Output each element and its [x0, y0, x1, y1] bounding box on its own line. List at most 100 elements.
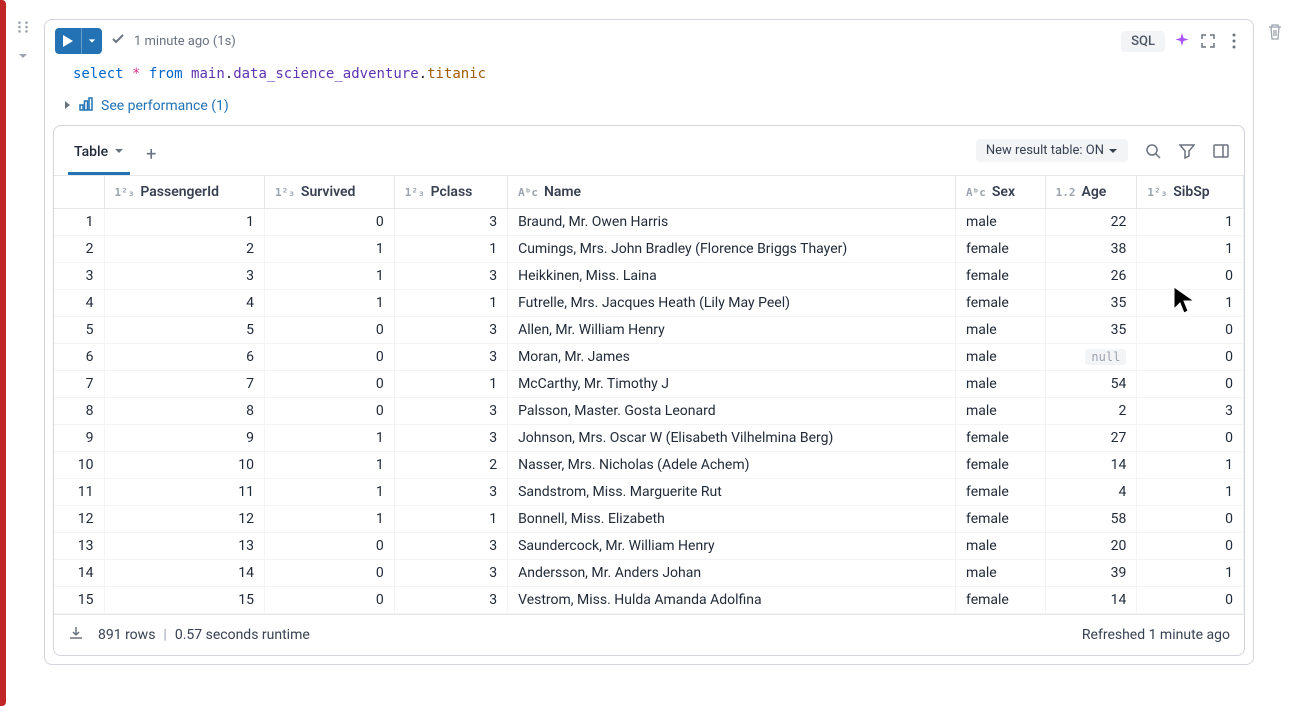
cell-sibsp[interactable]: 1 — [1137, 290, 1244, 317]
cell-sex[interactable]: female — [956, 425, 1046, 452]
cell-pclass[interactable]: 3 — [394, 425, 507, 452]
cell-age[interactable]: 14 — [1045, 452, 1137, 479]
cell-age[interactable]: 27 — [1045, 425, 1137, 452]
cell-passengerid[interactable]: 3 — [104, 263, 265, 290]
cell-name[interactable]: Palsson, Master. Gosta Leonard — [508, 398, 956, 425]
cell-sibsp[interactable]: 3 — [1137, 398, 1244, 425]
cell-sex[interactable]: female — [956, 290, 1046, 317]
cell-age[interactable]: 35 — [1045, 290, 1137, 317]
cell-sibsp[interactable]: 0 — [1137, 587, 1244, 614]
column-header-name[interactable]: AᵇcName — [508, 176, 956, 209]
table-row[interactable]: 121211Bonnell, Miss. Elizabethfemale580 — [54, 506, 1244, 533]
cell-age[interactable]: 22 — [1045, 209, 1137, 236]
panel-icon[interactable] — [1212, 142, 1230, 160]
table-row[interactable]: 141403Andersson, Mr. Anders Johanmale391 — [54, 560, 1244, 587]
cell-survived[interactable]: 1 — [265, 479, 395, 506]
table-row[interactable]: 2211Cumings, Mrs. John Bradley (Florence… — [54, 236, 1244, 263]
cell-survived[interactable]: 0 — [265, 317, 395, 344]
cell-sibsp[interactable]: 0 — [1137, 263, 1244, 290]
table-row[interactable]: 131303Saundercock, Mr. William Henrymale… — [54, 533, 1244, 560]
delete-cell-icon[interactable] — [1267, 23, 1283, 45]
cell-name[interactable]: McCarthy, Mr. Timothy J — [508, 371, 956, 398]
cell-pclass[interactable]: 3 — [394, 398, 507, 425]
cell-age[interactable]: 2 — [1045, 398, 1137, 425]
table-row[interactable]: 9913Johnson, Mrs. Oscar W (Elisabeth Vil… — [54, 425, 1244, 452]
add-tab-button[interactable]: + — [142, 144, 160, 165]
cell-sex[interactable]: female — [956, 236, 1046, 263]
cell-passengerid[interactable]: 2 — [104, 236, 265, 263]
cell-sex[interactable]: female — [956, 452, 1046, 479]
cell-name[interactable]: Moran, Mr. James — [508, 344, 956, 371]
cell-sex[interactable]: male — [956, 317, 1046, 344]
cell-age[interactable]: 14 — [1045, 587, 1137, 614]
cell-pclass[interactable]: 1 — [394, 290, 507, 317]
chevron-down-icon[interactable] — [114, 147, 124, 158]
run-dropdown-icon[interactable] — [81, 28, 102, 54]
cell-passengerid[interactable]: 15 — [104, 587, 265, 614]
search-icon[interactable] — [1144, 142, 1162, 160]
column-header-passengerid[interactable]: 1²₃PassengerId — [104, 176, 265, 209]
cell-passengerid[interactable]: 4 — [104, 290, 265, 317]
cell-name[interactable]: Johnson, Mrs. Oscar W (Elisabeth Vilhelm… — [508, 425, 956, 452]
cell-pclass[interactable]: 3 — [394, 479, 507, 506]
cell-passengerid[interactable]: 12 — [104, 506, 265, 533]
cell-name[interactable]: Sandstrom, Miss. Marguerite Rut — [508, 479, 956, 506]
cell-sibsp[interactable]: 1 — [1137, 236, 1244, 263]
cell-sex[interactable]: male — [956, 209, 1046, 236]
cell-sex[interactable]: female — [956, 479, 1046, 506]
cell-passengerid[interactable]: 6 — [104, 344, 265, 371]
cell-age[interactable]: 20 — [1045, 533, 1137, 560]
cell-passengerid[interactable]: 11 — [104, 479, 265, 506]
cell-sibsp[interactable]: 0 — [1137, 506, 1244, 533]
cell-passengerid[interactable]: 5 — [104, 317, 265, 344]
cell-age[interactable]: 54 — [1045, 371, 1137, 398]
table-row[interactable]: 3313Heikkinen, Miss. Lainafemale260 — [54, 263, 1244, 290]
cell-sibsp[interactable]: 0 — [1137, 344, 1244, 371]
table-row[interactable]: 111113Sandstrom, Miss. Marguerite Rutfem… — [54, 479, 1244, 506]
filter-icon[interactable] — [1178, 142, 1196, 160]
cell-pclass[interactable]: 1 — [394, 236, 507, 263]
cell-pclass[interactable]: 3 — [394, 533, 507, 560]
assistant-sparkle-icon[interactable] — [1173, 32, 1191, 50]
cell-sibsp[interactable]: 1 — [1137, 452, 1244, 479]
cell-name[interactable]: Futrelle, Mrs. Jacques Heath (Lily May P… — [508, 290, 956, 317]
cell-passengerid[interactable]: 7 — [104, 371, 265, 398]
table-row[interactable]: 101012Nasser, Mrs. Nicholas (Adele Achem… — [54, 452, 1244, 479]
table-row[interactable]: 151503Vestrom, Miss. Hulda Amanda Adolfi… — [54, 587, 1244, 614]
result-table-toggle[interactable]: New result table: ON — [976, 139, 1128, 162]
cell-sibsp[interactable]: 1 — [1137, 209, 1244, 236]
cell-sex[interactable]: female — [956, 587, 1046, 614]
collapse-toggle-icon[interactable] — [18, 50, 28, 64]
cell-pclass[interactable]: 3 — [394, 560, 507, 587]
chevron-right-icon[interactable] — [63, 99, 71, 113]
cell-survived[interactable]: 1 — [265, 290, 395, 317]
table-row[interactable]: 7701McCarthy, Mr. Timothy Jmale540 — [54, 371, 1244, 398]
cell-passengerid[interactable]: 13 — [104, 533, 265, 560]
cell-name[interactable]: Saundercock, Mr. William Henry — [508, 533, 956, 560]
cell-name[interactable]: Andersson, Mr. Anders Johan — [508, 560, 956, 587]
cell-sex[interactable]: male — [956, 344, 1046, 371]
tab-table[interactable]: Table — [68, 134, 130, 175]
cell-name[interactable]: Nasser, Mrs. Nicholas (Adele Achem) — [508, 452, 956, 479]
cell-survived[interactable]: 0 — [265, 344, 395, 371]
cell-sibsp[interactable]: 0 — [1137, 425, 1244, 452]
cell-age[interactable]: 39 — [1045, 560, 1137, 587]
column-header-pclass[interactable]: 1²₃Pclass — [394, 176, 507, 209]
cell-pclass[interactable]: 3 — [394, 344, 507, 371]
cell-sex[interactable]: male — [956, 533, 1046, 560]
sql-editor[interactable]: select * from main.data_science_adventur… — [45, 60, 1253, 95]
cell-sex[interactable]: female — [956, 506, 1046, 533]
cell-survived[interactable]: 0 — [265, 587, 395, 614]
cell-pclass[interactable]: 3 — [394, 263, 507, 290]
table-row[interactable]: 8803Palsson, Master. Gosta Leonardmale23 — [54, 398, 1244, 425]
cell-sibsp[interactable]: 0 — [1137, 317, 1244, 344]
cell-survived[interactable]: 1 — [265, 236, 395, 263]
cell-age[interactable]: 58 — [1045, 506, 1137, 533]
cell-pclass[interactable]: 1 — [394, 371, 507, 398]
table-row[interactable]: 6603Moran, Mr. Jamesmalenull0 — [54, 344, 1244, 371]
more-menu-icon[interactable] — [1225, 32, 1243, 50]
cell-sex[interactable]: female — [956, 263, 1046, 290]
cell-sibsp[interactable]: 1 — [1137, 479, 1244, 506]
cell-pclass[interactable]: 3 — [394, 587, 507, 614]
cell-age[interactable]: 4 — [1045, 479, 1137, 506]
